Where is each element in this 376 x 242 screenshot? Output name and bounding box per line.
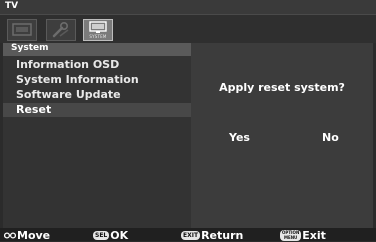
- menu-item-reset[interactable]: Reset: [3, 103, 191, 117]
- menu-item-label: System Information: [16, 73, 139, 86]
- yes-button[interactable]: Yes: [229, 131, 250, 144]
- menu-item-label: Software Update: [16, 88, 121, 101]
- title-bar: TV: [0, 0, 376, 15]
- key-hint-bar: Move SEL OK EXIT Return OPTION MENU Exit: [0, 228, 376, 242]
- picture-icon: [12, 23, 32, 36]
- exit-hint: OPTION MENU Exit: [280, 228, 326, 242]
- confirm-prompt: Apply reset system?: [219, 81, 345, 94]
- exit-label: Exit: [302, 228, 326, 242]
- menu-item-information-osd[interactable]: Information OSD: [3, 58, 191, 72]
- section-header: System: [3, 43, 191, 56]
- move-hint: Move: [4, 228, 51, 242]
- confirm-dialog: Apply reset system? Yes No: [191, 43, 373, 228]
- tab-picture[interactable]: [7, 19, 37, 41]
- sel-key-icon: SEL: [93, 230, 110, 240]
- ok-label: OK: [110, 228, 129, 242]
- menu-item-label: Information OSD: [16, 58, 120, 71]
- tools-icon: [52, 22, 69, 38]
- option-menu-key-icon: OPTION MENU: [280, 229, 302, 241]
- return-label: Return: [201, 228, 244, 242]
- tab-tools[interactable]: [46, 19, 76, 41]
- section-title: System: [11, 43, 49, 53]
- menu-item-software-update[interactable]: Software Update: [3, 88, 191, 102]
- move-label: Move: [17, 228, 51, 242]
- tab-system[interactable]: SYSTEM: [83, 19, 113, 41]
- window-title: TV: [5, 1, 19, 11]
- no-button[interactable]: No: [322, 131, 339, 144]
- arrows-icon: [4, 231, 16, 239]
- settings-panel: System Information OSD System Informatio…: [3, 43, 373, 228]
- menu-item-label: Reset: [16, 103, 52, 116]
- tab-system-caption: SYSTEM: [89, 34, 107, 39]
- category-tab-row: SYSTEM: [0, 15, 376, 43]
- ok-hint: SEL OK: [93, 228, 129, 242]
- exit-key-icon: EXIT: [181, 230, 201, 240]
- return-hint: EXIT Return: [181, 228, 244, 242]
- menu-list: System Information OSD System Informatio…: [3, 43, 191, 228]
- menu-item-system-information[interactable]: System Information: [3, 73, 191, 87]
